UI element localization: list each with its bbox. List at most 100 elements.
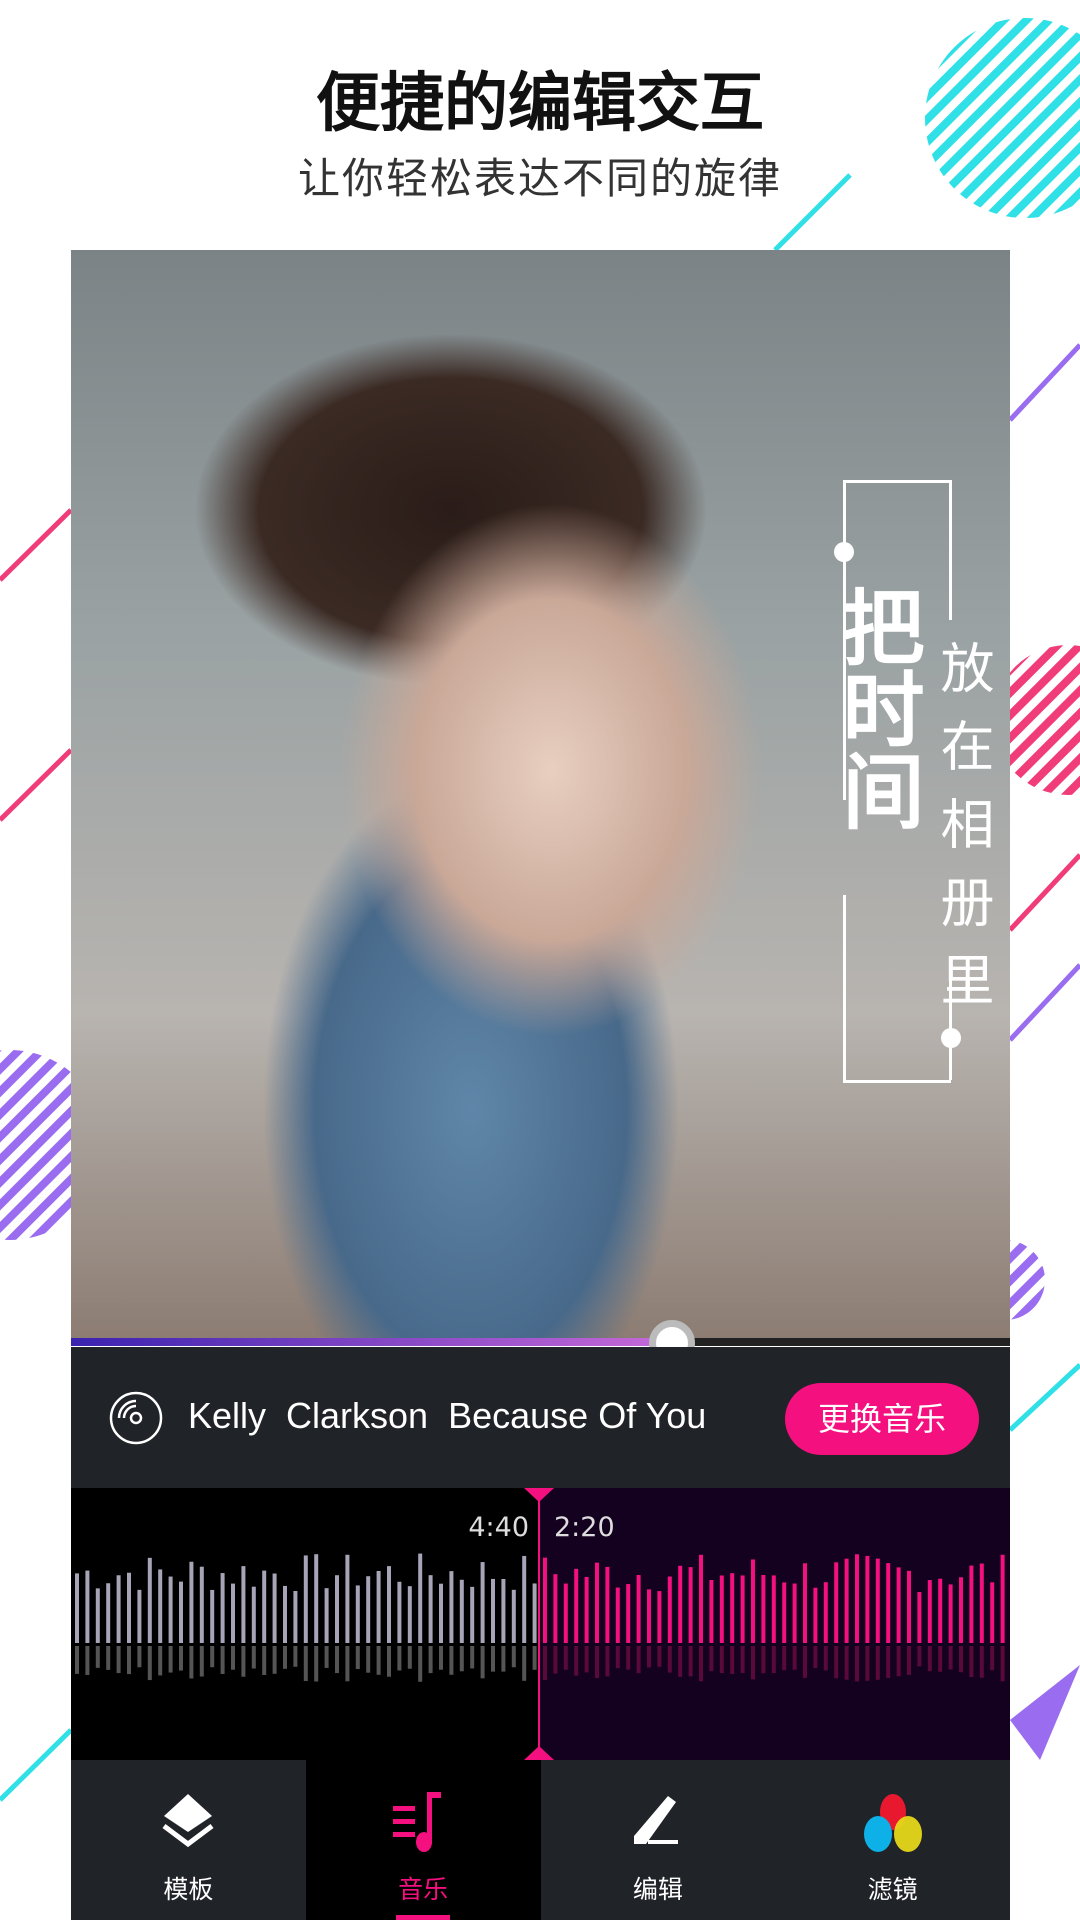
waveform-bar <box>137 1589 142 1643</box>
waveform-bar <box>990 1582 995 1643</box>
waveform-bar-reflection <box>303 1646 308 1682</box>
waveform-bar <box>938 1578 943 1643</box>
waveform-bar <box>189 1561 194 1643</box>
waveform-bar <box>875 1558 880 1643</box>
waveform-bar-reflection <box>823 1646 828 1671</box>
waveform-bar-reflection <box>127 1646 131 1675</box>
waveform-bar <box>584 1576 589 1643</box>
waveform-timeline[interactable]: 4:40 2:20 <box>71 1488 1010 1760</box>
tab-label: 编辑 <box>632 1875 683 1904</box>
waveform-bar-reflection <box>439 1646 443 1670</box>
waveform-bar <box>491 1578 495 1643</box>
waveform-bar <box>719 1575 724 1643</box>
waveform-bar <box>345 1554 350 1643</box>
waveform-bar-reflection <box>855 1646 859 1682</box>
waveform-bar <box>272 1573 277 1643</box>
waveform-bar-reflection <box>688 1646 693 1677</box>
playhead[interactable] <box>524 1488 554 1760</box>
photo-preview[interactable]: 把时间 放在相册里 <box>71 250 1010 1341</box>
waveform-bar <box>751 1559 755 1643</box>
tab-edit[interactable]: 编辑 <box>541 1760 776 1920</box>
waveform-bar-reflection <box>397 1646 402 1671</box>
waveform-bar-reflection <box>979 1646 984 1678</box>
waveform-bar-reflection <box>803 1646 807 1678</box>
waveform-bar <box>740 1575 745 1643</box>
waveform-bar <box>927 1580 932 1643</box>
waveform-bar <box>116 1575 121 1643</box>
waveform-bar <box>563 1583 568 1643</box>
waveform-bar-reflection <box>626 1646 631 1670</box>
waveform-bar-reflection <box>511 1646 516 1668</box>
music-info-bar: Kelly Clarkson Because Of You 更换音乐 <box>71 1347 1010 1488</box>
waveform-bar-reflection <box>875 1646 880 1680</box>
waveform-bar <box>615 1587 620 1643</box>
waveform-bar-reflection <box>116 1646 121 1674</box>
artist-name: Kelly Clarkson <box>188 1395 429 1436</box>
waveform-bar-reflection <box>709 1646 714 1672</box>
waveform-bar <box>251 1586 256 1643</box>
waveform-bar-reflection <box>293 1646 298 1667</box>
waveform-bar <box>241 1566 246 1643</box>
waveform-bar-reflection <box>917 1646 922 1667</box>
waveform-bar-reflection <box>335 1646 339 1674</box>
waveform-bar-reflection <box>730 1646 735 1674</box>
waveform-bar <box>168 1576 173 1643</box>
bracket-line <box>843 1080 951 1083</box>
tab-filter[interactable]: 滤镜 <box>775 1760 1010 1920</box>
waveform-bar-reflection <box>657 1646 662 1667</box>
waveform-bar-reflection <box>210 1646 215 1668</box>
waveform-bar-reflection <box>865 1646 870 1681</box>
change-music-button[interactable]: 更换音乐 <box>785 1383 979 1455</box>
progress-fill <box>71 1338 672 1346</box>
tab-music[interactable]: 音乐 <box>305 1760 541 1920</box>
waveform-bar-reflection <box>262 1646 267 1675</box>
waveform-bar-reflection <box>501 1646 506 1672</box>
waveform-bar-reflection <box>366 1646 371 1673</box>
waveform-bar-reflection <box>886 1646 891 1678</box>
waveform-bar-reflection <box>678 1646 683 1677</box>
waveform-bar-reflection <box>199 1646 204 1677</box>
waveform-bar <box>699 1554 703 1643</box>
waveform-bar <box>199 1566 204 1643</box>
waveform-bar <box>626 1584 631 1643</box>
waveform-bar <box>605 1566 610 1643</box>
waveform-bar <box>106 1583 111 1643</box>
waveform-bar-reflection <box>782 1646 787 1671</box>
waveform-bar-reflection <box>470 1646 475 1669</box>
waveform-bar-reflection <box>85 1646 90 1675</box>
tab-template[interactable]: 模板 <box>71 1760 306 1920</box>
waveform-bar-reflection <box>813 1646 818 1669</box>
waveform-bar <box>85 1570 90 1643</box>
waveform-bar <box>803 1563 807 1643</box>
bracket-dot <box>941 1028 961 1048</box>
waveform-bar <box>407 1586 412 1643</box>
waveform-bar-reflection <box>927 1646 932 1672</box>
waveform-bar-reflection <box>959 1646 963 1673</box>
layers-icon <box>162 1794 214 1848</box>
bottom-tab-bar: 模板 音乐 编辑 滤镜 <box>71 1760 1010 1920</box>
video-progress-bar[interactable] <box>71 1338 1010 1346</box>
elapsed-time: 4:40 <box>468 1512 529 1543</box>
waveform-bar-reflection <box>615 1646 620 1669</box>
waveform-bar-reflection <box>771 1646 776 1674</box>
waveform-bar <box>636 1574 641 1643</box>
bracket-line <box>843 895 846 1080</box>
waveform-bar-reflection <box>844 1646 849 1680</box>
color-filter-icon <box>863 1794 922 1852</box>
waveform-bar-reflection <box>314 1646 319 1682</box>
waveform-bar <box>792 1583 797 1643</box>
waveform-bar-reflection <box>75 1646 79 1674</box>
waveform-bar <box>231 1583 235 1643</box>
waveform-bar-reflection <box>990 1646 995 1671</box>
waveform-bar <box>979 1563 984 1643</box>
active-tab-indicator <box>396 1915 451 1920</box>
song-title: Kelly Clarkson Because Of You <box>188 1395 706 1437</box>
waveform-bar <box>303 1555 308 1643</box>
waveform-bar-reflection <box>147 1646 152 1681</box>
waveform-bar <box>896 1567 901 1643</box>
bracket-line <box>949 480 952 620</box>
waveform-bar-reflection <box>740 1646 745 1674</box>
waveform-bar <box>210 1589 215 1643</box>
waveform-bar-reflection <box>220 1646 225 1674</box>
waveform-bar <box>553 1574 558 1643</box>
